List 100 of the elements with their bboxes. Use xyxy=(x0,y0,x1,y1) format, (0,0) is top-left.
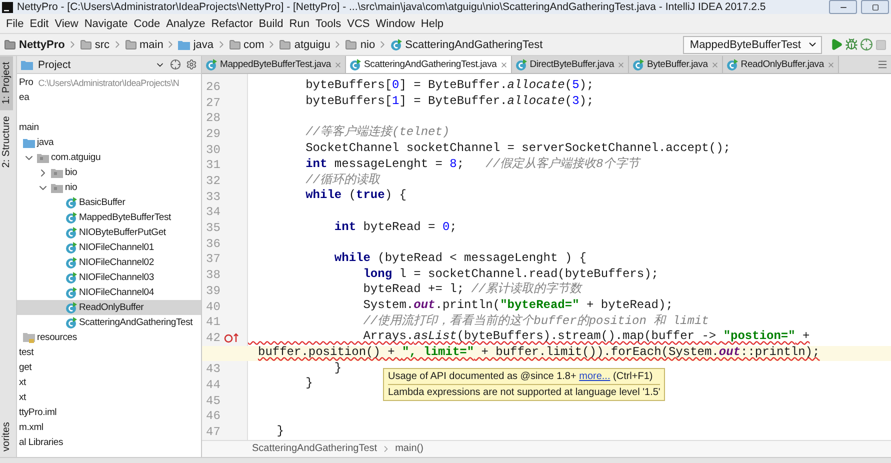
tree-item[interactable]: main xyxy=(17,120,201,135)
tree-item[interactable]: al Libraries xyxy=(17,435,201,450)
tree-item[interactable]: test xyxy=(17,345,201,360)
editor-tab[interactable]: ByteBuffer.java xyxy=(629,56,723,74)
line-number: 29 xyxy=(206,126,220,141)
menu-item[interactable]: Window xyxy=(372,18,418,30)
line-number: 32 xyxy=(206,174,220,188)
folder-icon xyxy=(279,38,292,50)
menu-item[interactable]: Analyze xyxy=(163,18,208,30)
class-icon xyxy=(65,316,77,328)
app-icon xyxy=(2,2,13,12)
menu-item[interactable]: Help xyxy=(418,18,447,30)
tree-item[interactable]: NIOFileChannel03 xyxy=(17,270,201,285)
menu-item[interactable]: Refactor xyxy=(208,18,256,30)
tree-item[interactable]: com.atguigu xyxy=(17,150,201,165)
code-line: int byteRead = 0; xyxy=(333,220,457,236)
more-link[interactable]: more... xyxy=(579,371,610,382)
run-config-dropdown[interactable]: MappedByteBufferTest xyxy=(682,36,822,54)
tree-item[interactable]: xt xyxy=(17,375,201,390)
tree-item[interactable]: get xyxy=(17,360,201,375)
tree-item[interactable]: Pro C:\Users\Administrator\IdeaProjects\N xyxy=(17,75,201,90)
tree-item[interactable]: ttyPro.iml xyxy=(17,405,201,420)
tree-item-label: main xyxy=(19,122,39,133)
tree-item[interactable]: NIOFileChannel01 xyxy=(17,240,201,255)
line-number: 39 xyxy=(206,284,220,298)
code-line: byteBuffers[0] = ByteBuffer.allocate(5); xyxy=(304,79,594,94)
code-line: } xyxy=(304,377,313,392)
project-path: C:\Users\Administrator\IdeaProjects\N xyxy=(38,78,180,88)
breadcrumb-item[interactable]: ScatteringAndGatheringTest xyxy=(252,443,378,454)
close-icon[interactable] xyxy=(617,60,626,69)
override-marker-icon[interactable] xyxy=(224,332,240,343)
menu-item[interactable]: Run xyxy=(286,18,312,30)
code-line: } xyxy=(333,362,342,377)
close-icon[interactable] xyxy=(500,60,508,69)
menu-item[interactable]: Edit xyxy=(26,18,52,30)
close-icon[interactable] xyxy=(826,60,835,69)
close-icon[interactable] xyxy=(334,60,342,69)
tree-item[interactable]: xt xyxy=(17,390,201,405)
menu-item[interactable]: Navigate xyxy=(81,18,131,30)
editor-tab[interactable]: DirectByteBuffer.java xyxy=(512,56,630,74)
tree-item[interactable]: m.xml xyxy=(17,420,201,435)
breadcrumb-item[interactable]: java xyxy=(178,38,214,50)
menu-item[interactable]: VCS xyxy=(344,18,373,30)
tree-item[interactable]: bio xyxy=(17,165,201,180)
breadcrumb-item[interactable]: src xyxy=(80,38,110,50)
tree-item-label: NIOFileChannel02 xyxy=(79,257,154,268)
line-number: 37 xyxy=(206,252,220,266)
menu-icon[interactable] xyxy=(877,59,888,70)
class-icon xyxy=(65,256,77,268)
breadcrumb-item[interactable]: com xyxy=(228,38,264,50)
tool-window-tab[interactable]: 2: Structure xyxy=(0,110,13,174)
line-number: 34 xyxy=(206,205,220,220)
tree-item-label: NIOByteBufferPutGet xyxy=(79,227,166,238)
tree-item[interactable]: ReadOnlyBuffer xyxy=(17,300,201,315)
menu-item[interactable]: Tools xyxy=(312,18,344,30)
tree-item[interactable]: resources xyxy=(17,330,201,345)
coverage-icon[interactable] xyxy=(860,38,873,51)
tree-item-label: ScatteringAndGatheringTest xyxy=(79,317,193,328)
tree-item-label: m.xml xyxy=(19,422,44,433)
menu-item[interactable]: Code xyxy=(130,18,164,30)
tree-item[interactable]: NIOFileChannel02 xyxy=(17,255,201,270)
tool-window-tab[interactable]: 1: Project xyxy=(0,56,13,110)
close-icon[interactable] xyxy=(710,60,719,69)
tree-item[interactable]: ScatteringAndGatheringTest xyxy=(17,315,201,330)
class-icon xyxy=(349,58,362,71)
editor-tab[interactable]: ReadOnlyBuffer.java xyxy=(722,56,839,74)
tree-item[interactable]: MappedByteBufferTest xyxy=(17,210,201,225)
tree-item[interactable]: NIOFileChannel04 xyxy=(17,285,201,300)
tree-item[interactable]: ea xyxy=(17,90,201,105)
menu-item[interactable]: Build xyxy=(256,18,286,30)
tooltip-text: Usage of API documented as @since 1.8+ more... (Ctrl+F1) xyxy=(388,371,654,382)
window-title: NettyPro - [C:\Users\Administrator\IdeaProjects\NettyPro] - [NettyPro] - ...\src\main\java\com\atguigu\nio\ScatteringAndGatheringTest.java - IntelliJ IDEA 2017.2.5 xyxy=(17,0,767,14)
tree-item-label: Pro xyxy=(19,77,34,88)
menu-item[interactable]: File xyxy=(3,18,27,30)
breadcrumb-item[interactable]: NettyPro xyxy=(4,38,65,50)
run-icon[interactable] xyxy=(830,38,843,51)
folder-icon xyxy=(345,38,358,50)
tree-item-label: xt xyxy=(19,392,26,403)
editor-tab[interactable]: MappedByteBufferTest.java xyxy=(202,56,346,74)
breadcrumb-item[interactable]: ScatteringAndGatheringTest xyxy=(390,38,543,50)
breadcrumb-item[interactable]: atguigu xyxy=(279,38,330,50)
breadcrumb-item[interactable]: main xyxy=(124,38,164,50)
crosshair-icon[interactable] xyxy=(170,59,181,70)
tree-item[interactable]: BasicBuffer xyxy=(17,195,201,210)
tree-item[interactable]: nio xyxy=(17,180,201,195)
settings-icon[interactable] xyxy=(186,59,197,70)
line-number: 26 xyxy=(206,80,220,94)
tree-item[interactable]: java xyxy=(17,135,201,150)
code-line: int messageLenght = 8; //假定从客户端接收8个字节 xyxy=(304,158,640,173)
tree-item-label: bio xyxy=(65,167,78,178)
menu-item[interactable]: View xyxy=(52,18,82,30)
editor-tab[interactable]: ScatteringAndGatheringTest.java xyxy=(346,56,512,74)
tree-item[interactable]: NIOByteBufferPutGet xyxy=(17,225,201,240)
tree-item-label: com.atguigu xyxy=(51,152,101,163)
breadcrumb-item[interactable]: main() xyxy=(395,443,424,454)
debug-icon[interactable] xyxy=(845,38,858,51)
breadcrumb-item[interactable]: nio xyxy=(345,38,376,50)
maximize-button[interactable] xyxy=(861,0,889,14)
tool-window-tab[interactable]: vorites xyxy=(0,416,13,457)
line-number: 41 xyxy=(206,315,220,330)
